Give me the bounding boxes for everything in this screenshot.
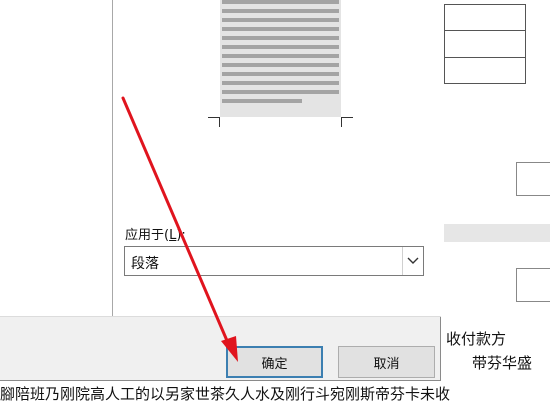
annotation-arrow xyxy=(121,96,238,362)
